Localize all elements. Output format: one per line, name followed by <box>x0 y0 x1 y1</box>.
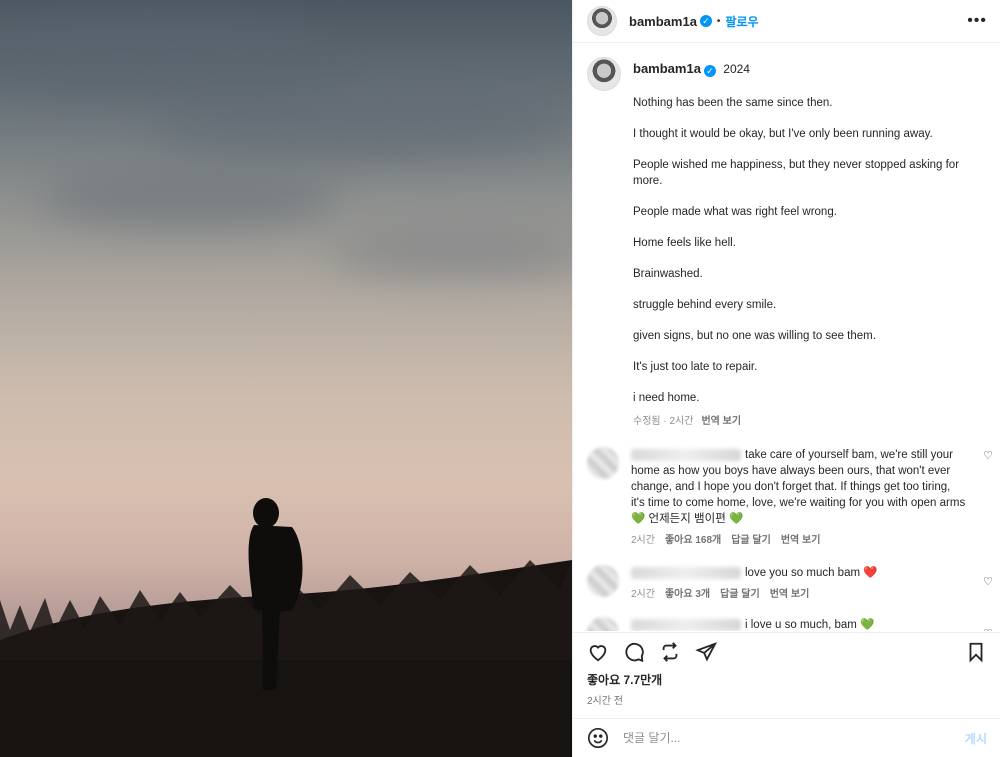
likes-count[interactable]: 좋아요 7.7만개 <box>573 663 1000 688</box>
bookmark-icon[interactable] <box>965 641 987 663</box>
comment-heart-icon[interactable]: ♡ <box>983 575 993 588</box>
author-avatar[interactable] <box>587 6 617 36</box>
caption: bambam1a ✓ 2024 Nothing has been the same… <box>573 43 1000 427</box>
comment-heart-icon[interactable]: ♡ <box>983 449 993 462</box>
translate-link[interactable]: 번역 보기 <box>701 416 741 427</box>
reply-button[interactable]: 답글 달기 <box>731 535 771 546</box>
emoji-icon[interactable] <box>587 727 609 749</box>
post-time: 2시간 전 <box>587 696 623 707</box>
caption-line: struggle behind every smile. <box>633 299 777 311</box>
caption-line: Brainwashed. <box>633 268 703 280</box>
caption-line: Nothing has been the same since then. <box>633 97 833 109</box>
comment-composer: 게시 <box>573 718 1000 757</box>
comment-time: 2시간 <box>631 535 655 546</box>
share-icon[interactable] <box>659 641 681 663</box>
comment-item: i love u so much, bam 💚 ♡ <box>573 617 1000 631</box>
caption-line: People made what was right feel wrong. <box>633 206 837 218</box>
comment-meta: 2시간 좋아요 3개 답글 달기 번역 보기 <box>631 587 967 603</box>
separator-dot: • <box>716 15 721 27</box>
comment-meta: 2시간 좋아요 168개 답글 달기 번역 보기 <box>631 533 967 549</box>
commenter-avatar[interactable] <box>587 617 619 631</box>
comment-text: love you so much bam ❤️ <box>745 567 878 579</box>
action-bar: 좋아요 7.7만개 2시간 전 <box>573 632 1000 719</box>
comment-likes[interactable]: 좋아요 168개 <box>665 535 721 546</box>
comment-icon[interactable] <box>623 641 645 663</box>
verified-icon: ✓ <box>703 65 716 77</box>
commenter-avatar[interactable] <box>587 565 619 597</box>
post-photo[interactable] <box>0 0 572 757</box>
more-options-icon[interactable]: ••• <box>967 12 987 30</box>
commenter-avatar[interactable] <box>587 447 619 479</box>
silhouette-figure <box>0 498 572 757</box>
caption-line: People wished me happiness, but they nev… <box>633 159 960 187</box>
caption-line: Home feels like hell. <box>633 237 736 249</box>
comment-input[interactable] <box>621 730 965 746</box>
caption-line: It's just too late to repair. <box>633 361 758 373</box>
commenter-username-blurred[interactable] <box>631 566 741 579</box>
caption-edited-time: 수정됨 · 2시간 <box>633 416 694 427</box>
heart-icon[interactable] <box>587 641 609 663</box>
caption-line: i need home. <box>633 392 700 404</box>
comment-time: 2시간 <box>631 589 655 600</box>
commenter-username-blurred[interactable] <box>631 448 741 461</box>
translate-link[interactable]: 번역 보기 <box>781 535 821 546</box>
reply-button[interactable]: 답글 달기 <box>720 589 760 600</box>
verified-icon: ✓ <box>699 15 712 27</box>
caption-year: 2024 <box>723 62 750 76</box>
comments-scroll-area[interactable]: bambam1a ✓ 2024 Nothing has been the same… <box>573 43 1000 631</box>
comment-likes[interactable]: 좋아요 3개 <box>665 589 710 600</box>
comment-item: take care of yourself bam, we're still y… <box>573 447 1000 549</box>
follow-button[interactable]: 팔로우 <box>725 13 758 30</box>
caption-username[interactable]: bambam1a <box>633 61 701 76</box>
comment-heart-icon[interactable]: ♡ <box>983 627 993 631</box>
commenter-username-blurred[interactable] <box>631 618 741 631</box>
translate-link[interactable]: 번역 보기 <box>770 589 810 600</box>
send-icon[interactable] <box>695 641 717 663</box>
post-panel: bambam1a ✓ • 팔로우 ••• bambam1a ✓ 2024 Noth… <box>572 0 1000 757</box>
post-header: bambam1a ✓ • 팔로우 ••• <box>573 0 1000 43</box>
caption-line: I thought it would be okay, but I've onl… <box>633 128 933 140</box>
caption-avatar[interactable] <box>587 57 621 91</box>
caption-line: given signs, but no one was willing to s… <box>633 330 876 342</box>
comment-text: i love u so much, bam 💚 <box>745 619 875 631</box>
comment-item: love you so much bam ❤️ 2시간 좋아요 3개 답글 달기 번역… <box>573 565 1000 603</box>
post-comment-button[interactable]: 게시 <box>965 730 987 747</box>
caption-meta: 수정됨 · 2시간 번역 보기 <box>633 412 987 427</box>
author-username[interactable]: bambam1a <box>629 14 697 29</box>
